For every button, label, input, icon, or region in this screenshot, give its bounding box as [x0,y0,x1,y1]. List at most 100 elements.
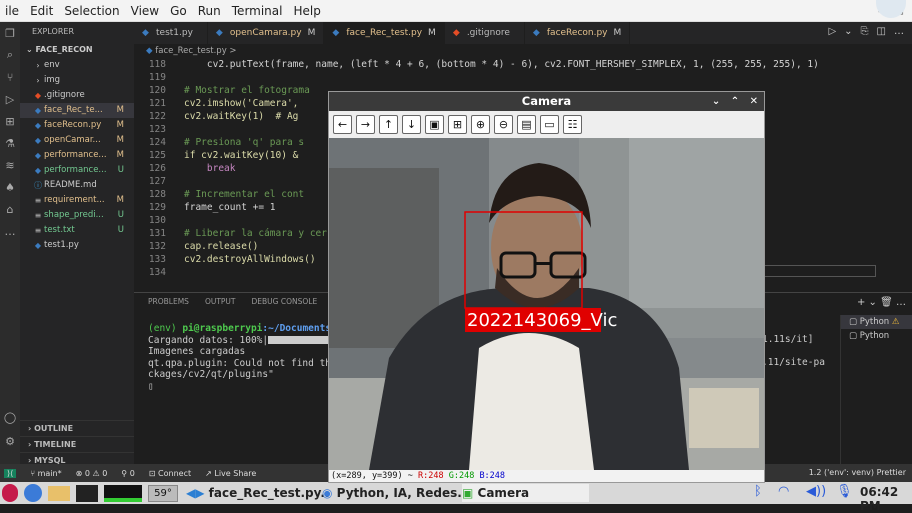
explorer-file-item[interactable]: ◆ test1.py [20,238,134,253]
tab-debug-console[interactable]: DEBUG CONSOLE [252,297,318,306]
menu-file[interactable]: ile [0,4,25,18]
chevron-down-icon[interactable]: ⌄ [869,297,877,308]
code-line[interactable]: cv2.destroyAllWindows() [184,254,316,265]
arrow-left-icon[interactable]: ← [333,115,352,134]
bluetooth-icon[interactable]: ᛒ [754,484,762,499]
chevron-down-icon[interactable]: ⌄ [712,96,720,107]
kill-terminal-icon[interactable]: 🗑 [880,297,893,308]
zoom-in-icon[interactable]: ⊕ [471,115,490,134]
compare-icon[interactable]: ⎘ [861,26,869,37]
gear-icon[interactable]: ⚙ [0,430,20,452]
code-line[interactable]: frame_count += 1 [184,202,276,213]
terminal-item[interactable]: ▢ Python [841,329,912,343]
task-camera[interactable]: ▣ Camera [462,484,590,502]
code-line[interactable]: # Incrementar el cont [184,189,304,200]
code-line[interactable]: cv2.imshow('Camera', [184,98,298,109]
run-debug-icon[interactable]: ▷ [0,88,20,110]
outline-section[interactable]: › OUTLINE [20,420,134,436]
code-line[interactable]: cv2.waitKey(1) # Ag [184,111,298,122]
code-line[interactable]: break [184,163,236,174]
close-icon[interactable]: ✕ [750,96,758,107]
menu-run[interactable]: Run [193,4,227,18]
extensions-icon[interactable]: ⊞ [0,110,20,132]
code-line[interactable]: if cv2.waitKey(10) & [184,150,298,161]
editor-tab[interactable]: ◆ openCamara.py M [208,22,325,44]
more-icon[interactable]: … [0,220,20,242]
arrow-up-icon[interactable]: ↑ [379,115,398,134]
project-folder[interactable]: ⌄ FACE_RECON [20,42,134,58]
camera-feed[interactable]: 2022143069_Vic [329,138,764,470]
terminal-icon[interactable] [76,485,98,502]
editor-tab[interactable]: ◆ faceRecon.py M [525,22,631,44]
search-icon[interactable]: ⌕ [0,44,20,66]
more-icon[interactable]: … [896,297,906,308]
editor-tab[interactable]: ◆ .gitignore [445,22,525,44]
microphone-icon[interactable]: 🎙 [836,484,853,499]
wifi-icon[interactable]: ◠ [778,484,789,499]
terminal-output[interactable]: (env) pi@raspberrypi:~/Documents/ Cargan… [148,323,337,392]
code-line[interactable]: # Liberar la cámara y cer [184,228,327,239]
explorer-file-item[interactable]: ≡ requirement... M [20,193,134,208]
mongo-icon[interactable]: ♠ [0,176,20,198]
tab-problems[interactable]: PROBLEMS [148,297,189,306]
explorer-file-item[interactable]: ≡ shape_predi... U [20,208,134,223]
remote-indicator[interactable]: ⟩⟨ [4,468,17,478]
branch-indicator[interactable]: ⑂ main* [30,469,61,478]
live-share-indicator[interactable]: ↗ Live Share [205,469,256,478]
menu-terminal[interactable]: Terminal [227,4,289,18]
window-icon[interactable]: ▭ [540,115,559,134]
raspberry-menu-icon[interactable] [2,484,18,502]
menu-help[interactable]: Help [288,4,326,18]
zoom-out-icon[interactable]: ⊖ [494,115,513,134]
task-browser[interactable]: ◉ Python, IA, Redes.. [322,484,466,502]
explorer-file-item[interactable]: ◆ performance... U [20,163,134,178]
menu-view[interactable]: View [126,4,165,18]
save-icon[interactable]: ▤ [517,115,536,134]
task-vscode[interactable]: ◀▶ face_Rec_test.py.. [186,484,329,502]
explorer-file-item[interactable]: ◆ performance... M [20,148,134,163]
explorer-file-item[interactable]: › img [20,73,134,88]
chevron-up-icon[interactable]: ⌃ [731,96,739,107]
more-actions-icon[interactable]: … [894,26,904,37]
explorer-file-item[interactable]: ≡ test.txt U [20,223,134,238]
problems-indicator[interactable]: ⊗ 0 ⚠ 0 [76,469,108,478]
status-right[interactable]: 1.2 ('env': venv) Prettier [809,464,906,482]
browser-icon[interactable] [24,484,42,502]
source-control-icon[interactable]: ⑂ [0,66,20,88]
editor-tab[interactable]: ◆ test1.py [134,22,208,44]
account-icon[interactable]: ◯ [0,406,20,428]
split-editor-icon[interactable]: ◫ [877,26,886,37]
image-plus-icon[interactable]: ⊞ [448,115,467,134]
camera-titlebar[interactable]: Camera ⌄ ⌃ ✕ [329,92,764,111]
code-line[interactable]: cv2.putText(frame, name, (left * 4 + 6, … [184,59,819,70]
arrow-right-icon[interactable]: → [356,115,375,134]
code-line[interactable]: # Mostrar el fotograma [184,85,310,96]
chevron-down-icon[interactable]: ⌄ [844,26,852,37]
breadcrumb[interactable]: ◆ face_Rec_test.py > [134,44,912,58]
code-line[interactable]: cap.release() [184,241,258,252]
menu-edit[interactable]: Edit [25,4,59,18]
run-icon[interactable]: ▷ [828,26,836,37]
menu-selection[interactable]: Selection [59,4,125,18]
docker-icon[interactable]: ≋ [0,154,20,176]
volume-icon[interactable]: ◀)) [806,484,826,499]
arrow-down-icon[interactable]: ↓ [402,115,421,134]
folder-icon[interactable] [48,486,70,501]
properties-icon[interactable]: ☷ [563,115,582,134]
remote-icon[interactable]: ⌂ [0,198,20,220]
files-icon[interactable]: ❐ [0,22,20,44]
explorer-file-item[interactable]: ⓘ README.md [20,178,134,193]
code-line[interactable]: # Presiona 'q' para s [184,137,304,148]
explorer-file-item[interactable]: ◆ .gitignore [20,88,134,103]
tab-output[interactable]: OUTPUT [205,297,236,306]
timeline-section[interactable]: › TIMELINE [20,436,134,452]
terminal-item[interactable]: ▢ Python ⚠ [841,315,912,329]
testing-icon[interactable]: ⚗ [0,132,20,154]
explorer-file-item[interactable]: ◆ faceRecon.py M [20,118,134,133]
add-terminal-icon[interactable]: + [857,297,865,308]
menu-go[interactable]: Go [165,4,193,18]
connect-indicator[interactable]: ⊡ Connect [149,469,191,478]
ports-indicator[interactable]: ⚲ 0 [121,469,135,478]
editor-tab[interactable]: ◆ face_Rec_test.py M [324,22,445,44]
explorer-file-item[interactable]: ◆ openCamar... M [20,133,134,148]
